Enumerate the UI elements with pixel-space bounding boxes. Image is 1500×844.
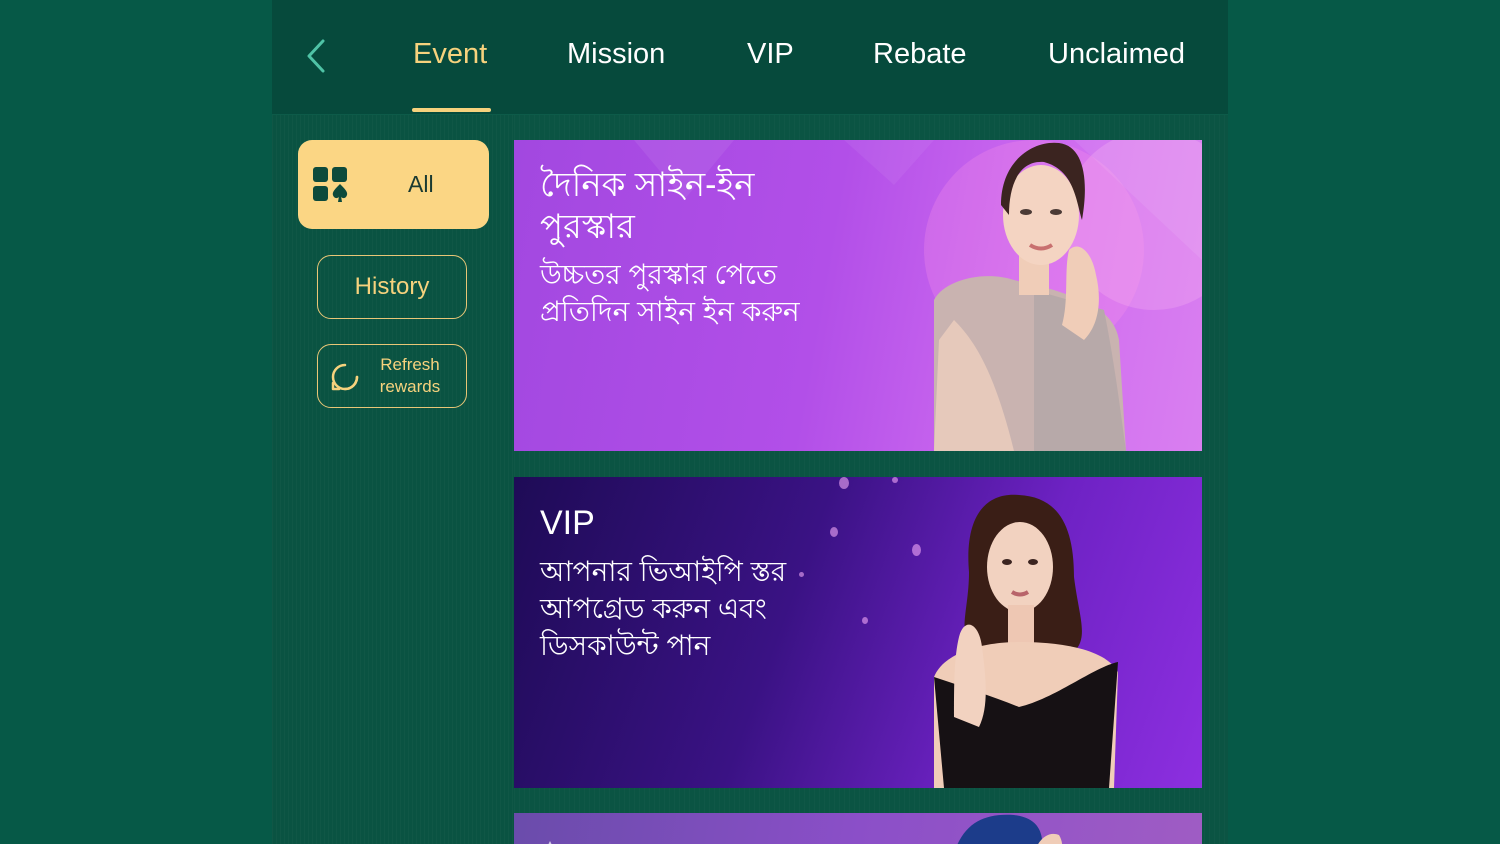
- event-banner-list: দৈনিক সাইন-ইন পুরস্কার উচ্চতর পুরস্কার প…: [514, 115, 1228, 844]
- banner-partial-art: [548, 814, 1063, 844]
- banner-title: দৈনিক সাইন-ইন পুরস্কার: [540, 166, 755, 246]
- banner-daily-signin[interactable]: দৈনিক সাইন-ইন পুরস্কার উচ্চতর পুরস্কার প…: [514, 140, 1202, 451]
- refresh-icon: [331, 363, 359, 391]
- history-button[interactable]: History: [317, 255, 467, 319]
- tab-bar: Event Mission VIP Rebate Unclaimed: [272, 0, 1228, 114]
- banner-partial[interactable]: [514, 813, 1202, 844]
- tab-vip[interactable]: VIP: [747, 38, 794, 71]
- category-all-label: All: [408, 171, 434, 197]
- category-all-button[interactable]: All: [298, 140, 489, 229]
- category-sidebar: All History Refresh rewards: [272, 115, 514, 844]
- history-button-label: History: [354, 273, 430, 300]
- banner-vip[interactable]: VIP আপনার ভিআইপি স্তর আপগ্রেড করুন এবং ড…: [514, 477, 1202, 788]
- app-container: Event Mission VIP Rebate Unclaimed All H…: [272, 0, 1228, 844]
- refresh-rewards-label: Refresh rewards: [370, 354, 450, 398]
- banner-subtitle: উচ্চতর পুরস্কার পেতে প্রতিদিন সাইন ইন কর…: [540, 259, 800, 327]
- tab-event[interactable]: Event: [413, 38, 487, 71]
- banner-title: VIP: [540, 504, 595, 542]
- refresh-label-line1: Refresh: [380, 355, 440, 374]
- banner-subtitle: আপনার ভিআইপি স্তর আপগ্রেড করুন এবং ডিসকা…: [540, 556, 787, 661]
- tab-unclaimed[interactable]: Unclaimed: [1048, 38, 1185, 71]
- category-grid-icon: [313, 167, 348, 202]
- refresh-rewards-button[interactable]: Refresh rewards: [317, 344, 467, 408]
- refresh-label-line2: rewards: [379, 377, 441, 396]
- tab-mission[interactable]: Mission: [567, 38, 665, 71]
- tab-rebate[interactable]: Rebate: [873, 38, 967, 71]
- top-navigation-bar: Event Mission VIP Rebate Unclaimed: [272, 0, 1228, 115]
- active-tab-indicator: [412, 108, 491, 112]
